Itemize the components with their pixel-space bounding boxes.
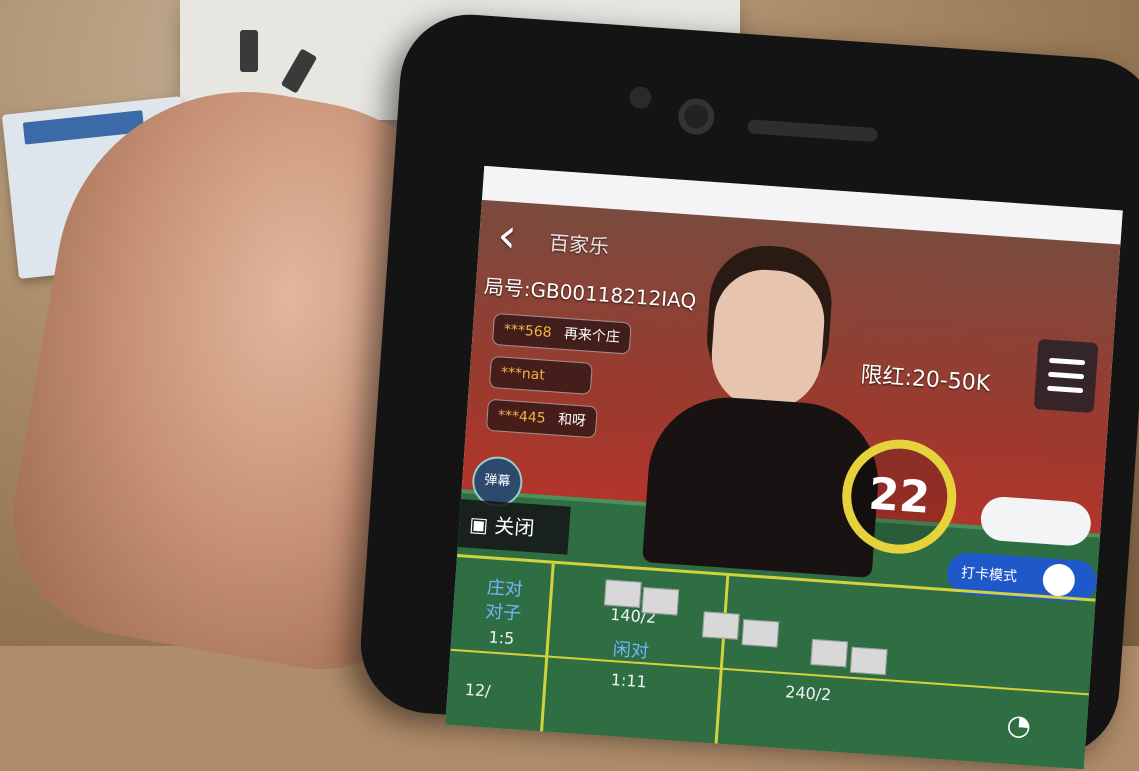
close-video-button[interactable]: ▣ 关闭 xyxy=(447,498,571,555)
countdown-number: 22 xyxy=(866,468,932,524)
chat-nick: ***445 xyxy=(497,407,547,427)
playing-card xyxy=(741,619,780,648)
playing-card xyxy=(849,646,888,676)
socket-hole xyxy=(280,48,318,94)
chat-message: ***nat xyxy=(488,355,593,395)
close-label: 关闭 xyxy=(493,513,536,541)
playing-card xyxy=(701,611,740,640)
chat-text: 再来个庄 xyxy=(563,325,621,346)
chat-nick: ***nat xyxy=(500,364,546,384)
live-video: ‹ 百家乐 局号:GB00118212IAQ ***568 再来个庄 ***na… xyxy=(445,199,1123,770)
countdown-timer: 22 xyxy=(838,435,961,558)
playing-card xyxy=(603,579,642,608)
chat-message: ***445 和呀 xyxy=(485,398,599,439)
front-camera xyxy=(677,97,716,136)
earpiece-speaker xyxy=(747,119,878,143)
room-title: 百家乐 xyxy=(548,230,610,259)
bet-cell-sub: 对子 xyxy=(484,601,522,625)
chat-text xyxy=(552,368,553,384)
chat-message: ***568 再来个庄 xyxy=(491,312,632,355)
menu-bar xyxy=(1047,371,1085,380)
action-button[interactable] xyxy=(979,495,1093,548)
menu-bar xyxy=(1047,385,1084,394)
smartphone: ‹ 百家乐 局号:GB00118212IAQ ***568 再来个庄 ***na… xyxy=(356,10,1139,770)
chat-nick: ***568 xyxy=(503,321,553,341)
toggle-knob xyxy=(1041,562,1076,598)
dealer xyxy=(708,266,828,414)
front-sensor xyxy=(628,85,653,110)
wifi-icon: ◔ xyxy=(1005,707,1033,743)
chevron-left-icon[interactable]: ‹ xyxy=(496,207,519,264)
menu-bar xyxy=(1048,357,1086,366)
bet-limit: 限红:20-50K xyxy=(859,362,991,397)
playing-card xyxy=(810,638,849,668)
phone-screen: ‹ 百家乐 局号:GB00118212IAQ ***568 再来个庄 ***na… xyxy=(445,165,1123,770)
chat-text: 和呀 xyxy=(557,411,587,430)
video-camera-icon: ▣ xyxy=(468,511,496,538)
socket-hole xyxy=(240,30,258,72)
mode-toggle-label: 打卡模式 xyxy=(960,565,1018,586)
playing-card xyxy=(641,587,680,616)
round-number: 局号:GB00118212IAQ xyxy=(483,274,697,313)
hamburger-menu-icon[interactable] xyxy=(1033,338,1099,414)
